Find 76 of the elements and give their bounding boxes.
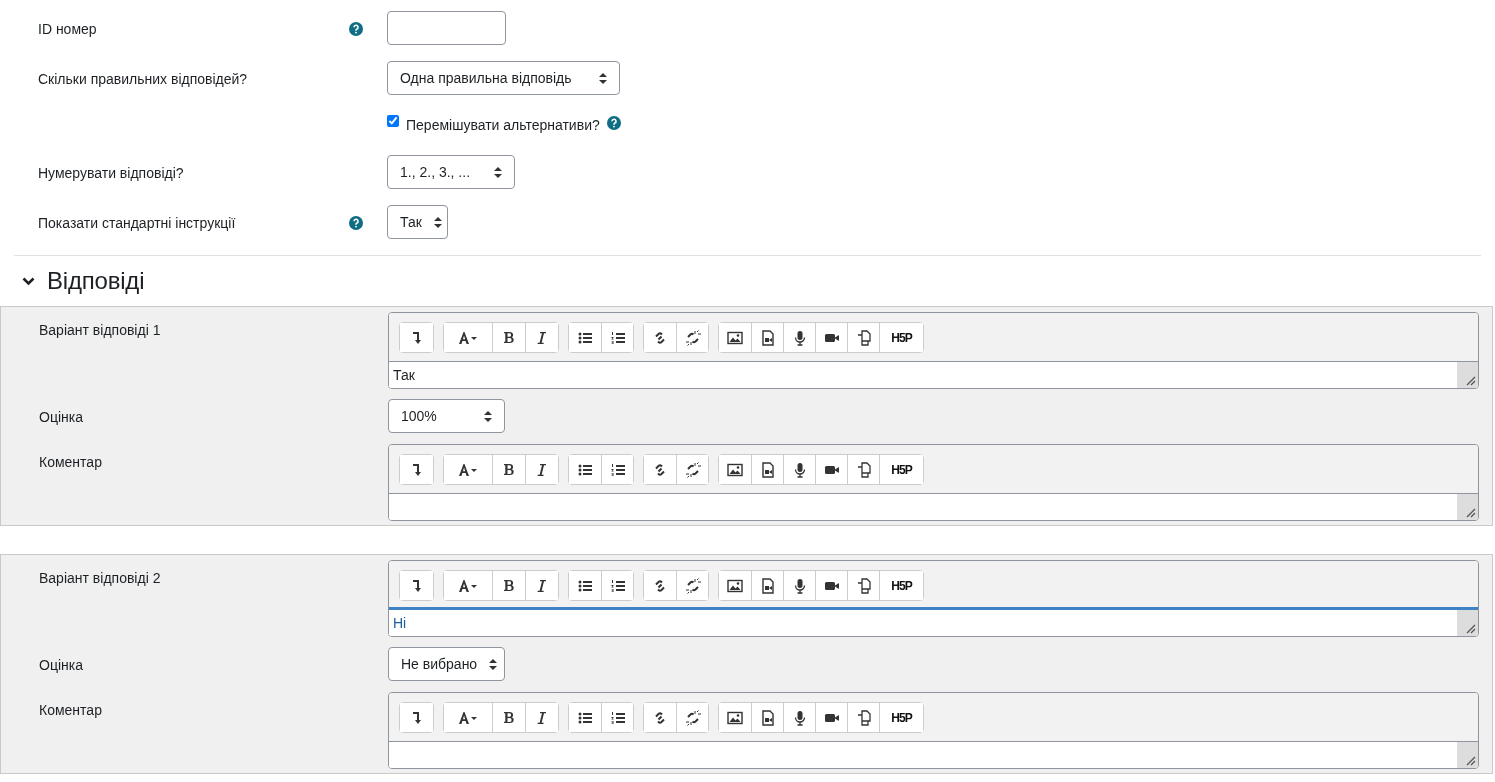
unlink-icon	[684, 709, 701, 726]
resize-handle-icon[interactable]	[1457, 362, 1478, 388]
image-icon	[727, 461, 743, 478]
h5p-button[interactable]: H5P	[879, 571, 923, 600]
numbered-list-icon	[609, 329, 626, 346]
bold-icon	[501, 709, 517, 726]
toolbar-button[interactable]	[400, 455, 433, 484]
select-field[interactable]: Не вибрано	[388, 647, 505, 681]
toolbar-button[interactable]	[525, 323, 558, 352]
unlink-icon	[684, 329, 701, 346]
image-icon	[727, 329, 743, 346]
numbered-list-icon	[609, 461, 626, 478]
toolbar-button[interactable]	[525, 703, 558, 732]
field-label: Скільки правильних відповідей?	[38, 70, 248, 89]
image-icon	[727, 709, 743, 726]
help-icon[interactable]	[606, 116, 621, 130]
bold-icon	[501, 577, 517, 594]
toolbar-button[interactable]	[601, 703, 633, 732]
resize-handle-icon[interactable]	[1457, 494, 1478, 520]
field-label: Варіант відповіді 2	[39, 569, 161, 588]
select-field[interactable]: Так	[387, 205, 448, 239]
field-label: Коментар	[39, 701, 102, 720]
field-label: Показати стандартні інструкції	[38, 214, 236, 233]
field-label: Оцінка	[39, 656, 83, 675]
media-file-icon	[759, 329, 776, 346]
media-file-icon	[759, 709, 776, 726]
image-icon	[727, 577, 743, 594]
select-field[interactable]: 100%	[388, 399, 505, 433]
h5p-button[interactable]: H5P	[879, 703, 923, 732]
toolbar-button[interactable]	[601, 323, 633, 352]
font-style-icon	[457, 577, 479, 594]
font-style-icon	[457, 461, 479, 478]
help-icon[interactable]	[349, 22, 363, 36]
checkbox-label[interactable]: Перемішувати альтернативи?	[406, 115, 600, 136]
media-file-icon	[759, 577, 776, 594]
sort-carets-icon	[494, 166, 502, 178]
unlink-icon	[684, 461, 701, 478]
toolbar-button[interactable]	[525, 571, 558, 600]
numbered-list-icon	[609, 577, 626, 594]
checkbox[interactable]	[387, 115, 399, 127]
field-label: Коментар	[39, 453, 102, 472]
toolbar-button[interactable]	[400, 703, 433, 732]
h5p-button[interactable]: H5P	[879, 323, 923, 352]
help-icon[interactable]	[349, 216, 363, 230]
h5p-button[interactable]: H5P	[879, 455, 923, 484]
field-label: Варіант відповіді 1	[39, 321, 161, 340]
media-file-icon	[759, 461, 776, 478]
sort-carets-icon	[489, 658, 498, 670]
field-label: Нумерувати відповіді?	[38, 164, 184, 183]
toolbar-button[interactable]	[400, 323, 433, 352]
resize-handle-icon[interactable]	[1457, 742, 1478, 768]
bold-icon	[501, 461, 517, 478]
font-style-icon	[457, 709, 479, 726]
text-field[interactable]	[387, 11, 506, 45]
field-label: Оцінка	[39, 408, 83, 427]
toolbar-button[interactable]	[676, 455, 708, 484]
toolbar-button[interactable]	[676, 703, 708, 732]
toolbar-button[interactable]	[400, 571, 433, 600]
toolbar-button[interactable]	[676, 571, 708, 600]
toolbar-button[interactable]	[601, 571, 633, 600]
sort-carets-icon	[599, 72, 607, 84]
toolbar-button[interactable]	[676, 323, 708, 352]
font-style-icon	[457, 329, 479, 346]
resize-handle-icon[interactable]	[1457, 610, 1478, 636]
select-field[interactable]: Одна правильна відповідь	[387, 61, 620, 95]
sort-carets-icon	[433, 216, 442, 228]
numbered-list-icon	[609, 709, 626, 726]
select-field[interactable]: 1., 2., 3., ...	[387, 155, 515, 189]
toolbar-button[interactable]	[525, 455, 558, 484]
field-label: ID номер	[38, 20, 97, 39]
unlink-icon	[684, 577, 701, 594]
toolbar-button[interactable]	[601, 455, 633, 484]
sort-carets-icon	[484, 410, 492, 422]
section-heading[interactable]: Відповіді	[47, 263, 145, 299]
chevron-down-icon[interactable]	[22, 276, 35, 286]
bold-icon	[501, 329, 517, 346]
